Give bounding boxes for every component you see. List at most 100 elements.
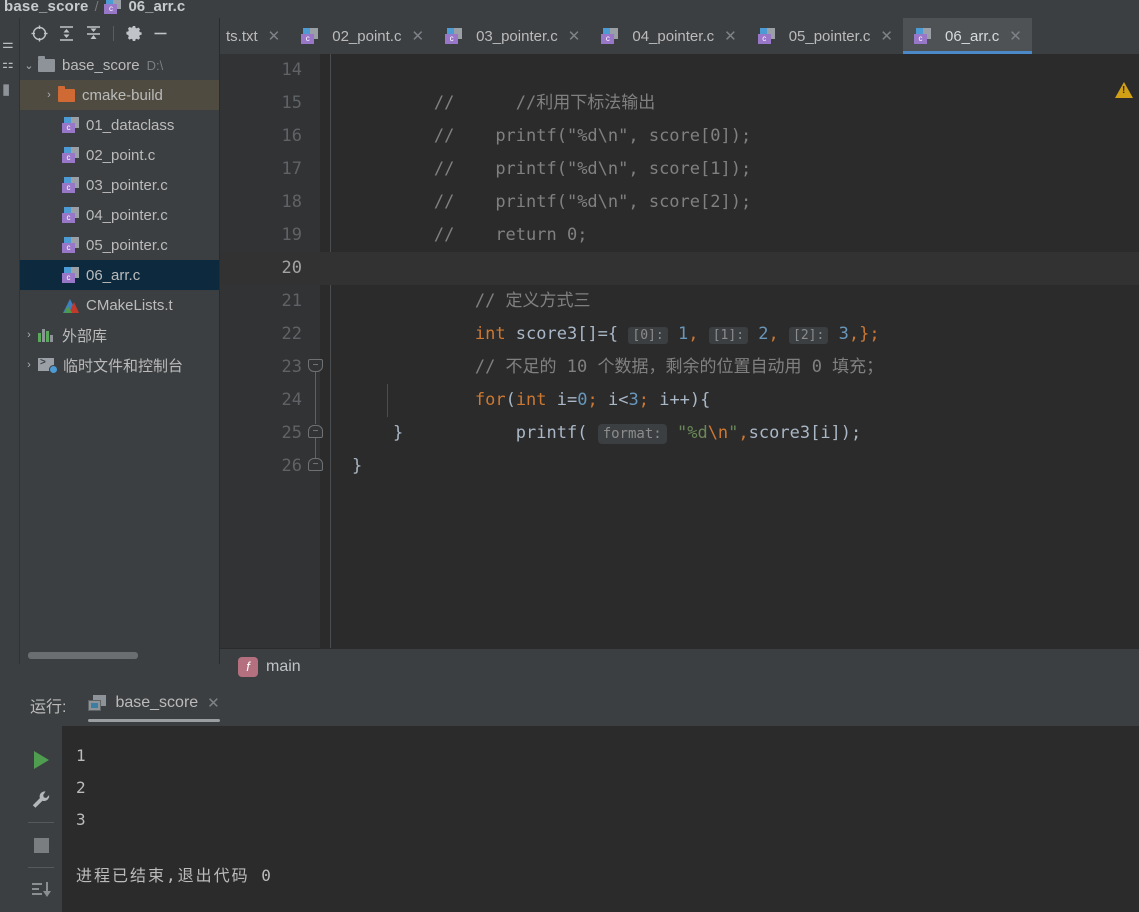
wrench-icon (32, 791, 50, 808)
play-icon (33, 751, 49, 769)
code-row-26[interactable]: 26 } (220, 450, 1139, 483)
project-folder-icon[interactable]: ▮ (2, 80, 10, 98)
code-row-22[interactable]: 22 // 不足的 10 个数据，剩余的位置自动用 0 填充； (220, 318, 1139, 377)
expand-all-icon[interactable] (53, 20, 80, 46)
settings-gear-icon[interactable] (120, 20, 147, 46)
project-tree[interactable]: ⌄ base_score D:\ › cmake-build c 01_data… (20, 48, 219, 646)
warning-triangle-icon[interactable] (1115, 82, 1133, 98)
project-horizontal-scrollbar[interactable] (28, 652, 138, 659)
chevron-right-icon[interactable]: › (40, 89, 58, 101)
line-number: 21 (281, 291, 302, 311)
code-row-23[interactable]: 23 for(int i=0; i<3; i++){ (220, 351, 1139, 410)
code-row-21[interactable]: 21 int score3[]={ [0]: 1, [1]: 2, [2]: 3… (220, 285, 1139, 344)
tree-node-05-pointer[interactable]: c 05_pointer.c (20, 230, 219, 260)
line-number: 25 (281, 423, 302, 443)
project-toolbar (20, 18, 219, 48)
tree-node-label: 04_pointer.c (86, 206, 168, 224)
code-row-19[interactable]: 19 (220, 219, 1139, 252)
code-row-24[interactable]: 24 printf( format: "%d\n",score3[i]); (220, 384, 1139, 444)
code-row-25[interactable]: 25 } (220, 417, 1139, 450)
token-brace-close: } (352, 456, 363, 476)
c-file-icon: c (62, 147, 81, 163)
close-icon[interactable]: ✕ (411, 27, 424, 45)
bookmarks-icon[interactable]: ⚏ (2, 56, 14, 72)
tree-node-cmake-build[interactable]: › cmake-build (20, 80, 219, 110)
chevron-down-icon[interactable]: ⌄ (20, 59, 38, 72)
chevron-right-icon[interactable]: › (20, 359, 38, 371)
tab-03-pointer[interactable]: c 03_pointer.c ✕ (434, 18, 590, 54)
tree-node-06-arr[interactable]: c 06_arr.c (20, 260, 219, 290)
code-row-20[interactable]: 20 // 定义方式三 (220, 252, 1139, 311)
toolbar-divider (113, 25, 114, 41)
project-panel: ⌄ base_score D:\ › cmake-build c 01_data… (20, 18, 220, 664)
structure-icon[interactable]: ⚌ (2, 36, 14, 52)
close-icon[interactable]: ✕ (1009, 27, 1022, 45)
tab-02-point[interactable]: c 02_point.c ✕ (290, 18, 434, 54)
fold-marker-collapse-23[interactable]: − (308, 359, 323, 372)
code-row-18[interactable]: 18 // return 0; (220, 186, 1139, 245)
hide-panel-icon[interactable] (147, 20, 174, 46)
tree-node-external-libraries[interactable]: › 外部库 (20, 320, 219, 350)
edit-configuration-button[interactable] (24, 780, 58, 820)
run-tab-label: base_score (115, 694, 199, 711)
console-line: 1 (76, 746, 86, 765)
stop-icon (33, 837, 49, 853)
console-output[interactable]: 1 2 3 进程已结束,退出代码 0 (62, 726, 1139, 912)
scratches-consoles-icon (38, 357, 58, 374)
cmake-icon (62, 298, 80, 313)
close-icon[interactable]: ✕ (268, 27, 281, 45)
tab-ts-txt[interactable]: ts.txt ✕ (220, 18, 290, 54)
line-number: 26 (281, 456, 302, 476)
collapse-all-icon[interactable] (80, 20, 107, 46)
line-number: 22 (281, 324, 302, 344)
tree-node-03-pointer[interactable]: c 03_pointer.c (20, 170, 219, 200)
tab-label: 04_pointer.c (632, 27, 715, 45)
tree-node-label: CMakeLists.t (86, 296, 173, 314)
code-row-14[interactable]: 14 // //利用下标法输出 (220, 54, 1139, 113)
fold-marker-collapse-26[interactable]: − (308, 458, 323, 471)
external-libraries-icon (38, 328, 56, 342)
code-row-16[interactable]: 16 // printf("%d\n", score[1]); (220, 120, 1139, 179)
run-tab-base-score[interactable]: base_score ✕ (88, 694, 221, 722)
tab-05-pointer[interactable]: c 05_pointer.c ✕ (747, 18, 903, 54)
tree-node-base-score[interactable]: ⌄ base_score D:\ (20, 50, 219, 80)
tree-node-cmakelists[interactable]: CMakeLists.t (20, 290, 219, 320)
tab-06-arr[interactable]: c 06_arr.c ✕ (903, 18, 1032, 54)
toolbar-divider (28, 867, 54, 868)
tab-label: ts.txt (226, 27, 258, 45)
c-file-icon: c (601, 28, 620, 44)
stop-button[interactable] (24, 825, 58, 865)
c-file-icon: c (757, 28, 777, 44)
scroll-to-end-button[interactable] (24, 870, 58, 910)
run-body: 1 2 3 进程已结束,退出代码 0 (20, 726, 1139, 912)
tree-node-01-dataclass[interactable]: c 01_dataclass (20, 110, 219, 140)
tree-node-02-point[interactable]: c 02_point.c (20, 140, 219, 170)
close-icon[interactable]: ✕ (880, 27, 893, 45)
close-icon[interactable]: ✕ (568, 27, 581, 45)
rerun-button[interactable] (24, 740, 58, 780)
fold-marker-collapse-25[interactable]: − (308, 425, 323, 438)
tree-node-scratches-consoles[interactable]: › 临时文件和控制台 (20, 350, 219, 380)
breadcrumb-file[interactable]: 06_arr.c (128, 0, 185, 15)
tree-node-path: D:\ (146, 57, 164, 73)
code-row-15[interactable]: 15 // printf("%d\n", score[0]); (220, 87, 1139, 146)
select-opened-file-icon[interactable] (26, 20, 53, 46)
ide-window: base_score / c 06_arr.c ⚌ ⚏ ▮ ⌄ base_sco… (0, 0, 1139, 912)
breadcrumb-project[interactable]: base_score (4, 0, 89, 15)
close-icon[interactable]: ✕ (207, 694, 220, 712)
tab-04-pointer[interactable]: c 04_pointer.c ✕ (590, 18, 746, 54)
console-exit-message: 进程已结束,退出代码 0 (76, 866, 273, 885)
chevron-right-icon[interactable]: › (20, 329, 38, 341)
tree-node-label: 临时文件和控制台 (63, 357, 184, 375)
line-number: 23 (281, 357, 302, 377)
code-editor[interactable]: 14 // //利用下标法输出 15 // printf("%d\n", sco… (220, 54, 1139, 648)
tree-node-04-pointer[interactable]: c 04_pointer.c (20, 200, 219, 230)
console-line: 2 (76, 778, 86, 797)
close-icon[interactable]: ✕ (724, 27, 737, 45)
folder-orange-icon (58, 85, 75, 102)
code-row-17[interactable]: 17 // printf("%d\n", score[2]); (220, 153, 1139, 212)
function-name[interactable]: main (266, 658, 301, 676)
tree-node-label: 外部库 (62, 327, 108, 345)
run-configuration-icon (88, 695, 107, 711)
toolbar-divider (28, 822, 54, 823)
